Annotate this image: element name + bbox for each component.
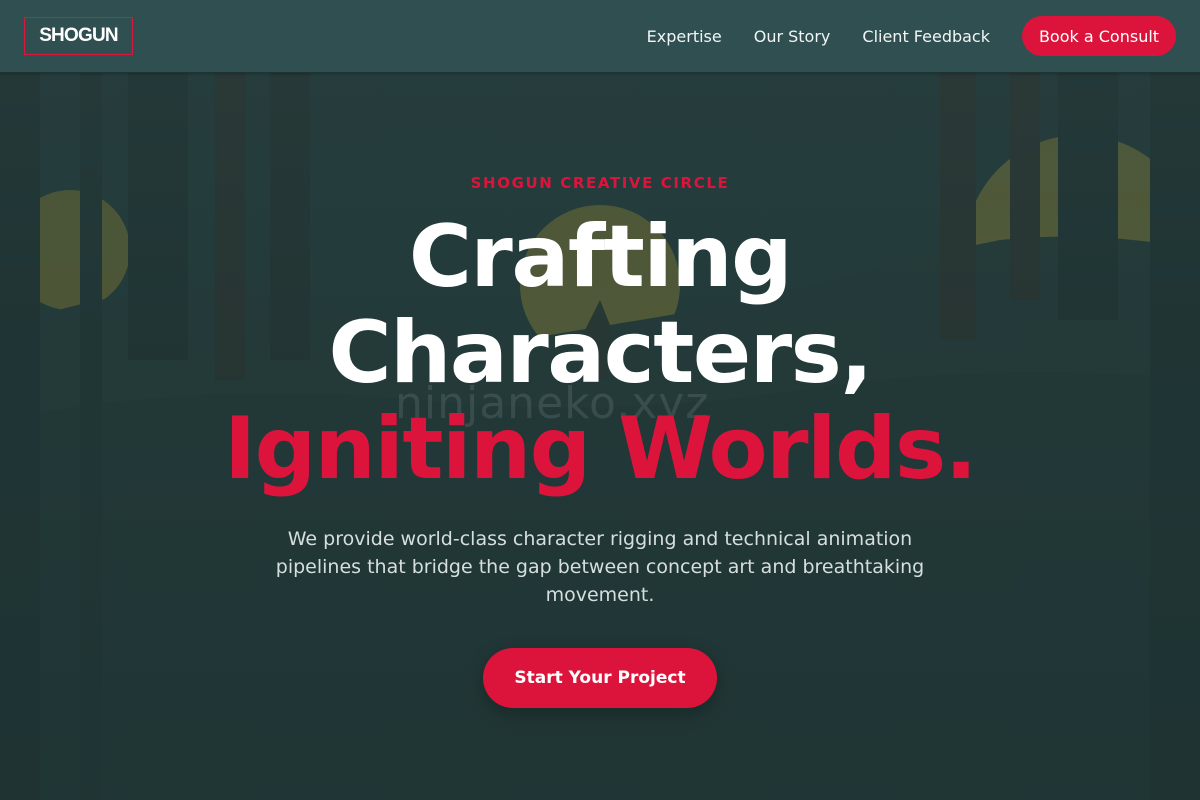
headline-line-1: Crafting [408,207,793,307]
hero-headline: Crafting Characters, Igniting Worlds. [0,209,1200,497]
nav-link-client-feedback[interactable]: Client Feedback [862,27,990,46]
nav-link-our-story[interactable]: Our Story [754,27,831,46]
top-navbar: SHOGUN Expertise Our Story Client Feedba… [0,0,1200,73]
start-project-button[interactable]: Start Your Project [483,648,717,708]
nav-links: Expertise Our Story Client Feedback [647,0,990,73]
hero-eyebrow: SHOGUN CREATIVE CIRCLE [470,174,730,192]
headline-line-3-accent: Igniting Worlds. [224,399,977,499]
shogun-logo[interactable]: SHOGUN [24,17,133,55]
hero-section: SHOGUN CREATIVE CIRCLE Crafting Characte… [0,73,1200,800]
hero-description: We provide world-class character rigging… [275,528,925,606]
book-consult-button[interactable]: Book a Consult [1022,16,1176,56]
nav-link-expertise[interactable]: Expertise [647,27,722,46]
headline-line-2: Characters, [328,303,873,403]
